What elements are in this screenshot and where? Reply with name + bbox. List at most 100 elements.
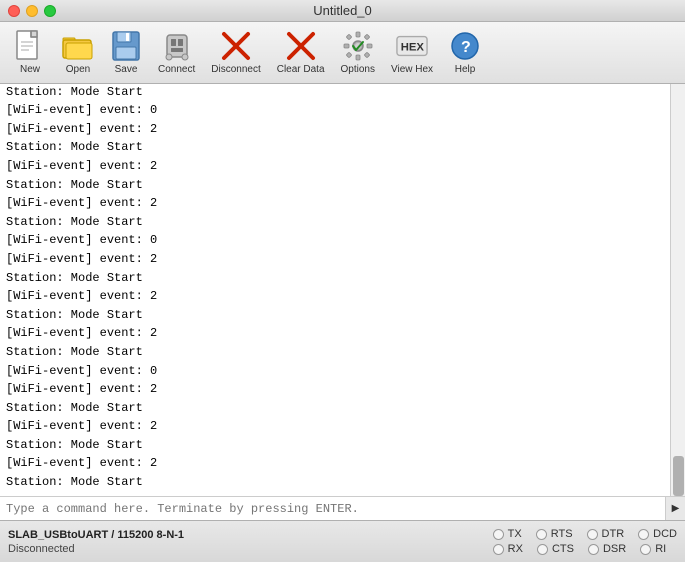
terminal-line: Station: Mode Start	[6, 84, 664, 101]
open-button[interactable]: Open	[56, 26, 100, 80]
connect-label: Connect	[158, 64, 195, 75]
dtr-indicator: DTR	[587, 528, 625, 540]
terminal-line: Station: Mode Start	[6, 269, 664, 288]
clear-data-label: Clear Data	[277, 64, 325, 75]
disconnect-label: Disconnect	[211, 64, 260, 75]
terminal-line: [WiFi-event] event: 2	[6, 250, 664, 269]
rx-label: RX	[508, 543, 523, 555]
dtr-light	[587, 529, 598, 540]
ri-indicator: RI	[640, 543, 666, 555]
dtr-label: DTR	[602, 528, 625, 540]
clear-x-icon	[285, 30, 317, 62]
new-icon	[14, 30, 46, 62]
terminal-line: [WiFi-event] event: 2	[6, 380, 664, 399]
dcd-label: DCD	[653, 528, 677, 540]
svg-text:?: ?	[461, 39, 471, 56]
rts-light	[536, 529, 547, 540]
options-gear-icon	[343, 31, 373, 61]
terminal-line: Station: Mode Start	[6, 138, 664, 157]
disconnect-x-icon	[220, 30, 252, 62]
close-button[interactable]	[8, 5, 20, 17]
view-hex-icon: HEX	[396, 30, 428, 62]
tx-light	[493, 529, 504, 540]
clear-data-icon	[285, 30, 317, 62]
terminal-line: [WiFi-event] event: 2	[6, 157, 664, 176]
traffic-lights	[8, 5, 56, 17]
dcd-light	[638, 529, 649, 540]
disconnect-icon	[220, 30, 252, 62]
open-label: Open	[66, 64, 90, 75]
view-hex-label: View Hex	[391, 64, 433, 75]
new-doc-icon	[16, 30, 44, 62]
view-hex-button[interactable]: HEX View Hex	[385, 26, 439, 80]
scrollbar-thumb[interactable]	[673, 456, 684, 496]
dsr-light	[588, 544, 599, 555]
tx-indicator: TX	[493, 528, 522, 540]
status-bar: SLAB_USBtoUART / 115200 8-N-1 Disconnect…	[0, 520, 685, 562]
help-button[interactable]: ? Help	[443, 26, 487, 80]
indicator-panel: TX RTS DTR DCD RX CTS	[493, 528, 677, 555]
save-button[interactable]: Save	[104, 26, 148, 80]
terminal-line: [WiFi-event] event: 2	[6, 194, 664, 213]
save-label: Save	[115, 64, 138, 75]
svg-text:HEX: HEX	[401, 42, 425, 54]
command-submit-arrow[interactable]: ▶	[665, 497, 685, 520]
connect-usb-icon	[161, 31, 193, 61]
options-button[interactable]: Options	[335, 26, 381, 80]
connect-button[interactable]: Connect	[152, 26, 201, 80]
cts-label: CTS	[552, 543, 574, 555]
terminal-area: [WiFi-event] event: 2Station: Mode Start…	[0, 84, 685, 496]
save-floppy-icon	[112, 31, 140, 61]
minimize-button[interactable]	[26, 5, 38, 17]
ri-label: RI	[655, 543, 666, 555]
help-question-icon: ?	[450, 31, 480, 61]
new-label: New	[20, 64, 40, 75]
clear-data-button[interactable]: Clear Data	[271, 26, 331, 80]
indicator-row-2: RX CTS DSR RI	[493, 543, 677, 555]
dsr-label: DSR	[603, 543, 626, 555]
open-icon	[62, 30, 94, 62]
indicator-row-1: TX RTS DTR DCD	[493, 528, 677, 540]
terminal-line: [WiFi-event] event: 2	[6, 324, 664, 343]
cts-light	[537, 544, 548, 555]
toolbar: New Open Save	[0, 22, 685, 84]
command-bar: ▶	[0, 496, 685, 520]
terminal-line: [WiFi-event] event: 2	[6, 417, 664, 436]
connection-state: Disconnected	[8, 543, 493, 555]
rx-light	[493, 544, 504, 555]
terminal-line: Station: Mode Start	[6, 213, 664, 232]
terminal-line: Station: Mode Start	[6, 306, 664, 325]
tx-label: TX	[508, 528, 522, 540]
options-icon	[342, 30, 374, 62]
rts-indicator: RTS	[536, 528, 573, 540]
disconnect-button[interactable]: Disconnect	[205, 26, 266, 80]
open-folder-icon	[62, 32, 94, 60]
terminal-line: [WiFi-event] event: 0	[6, 362, 664, 381]
new-button[interactable]: New	[8, 26, 52, 80]
rx-indicator: RX	[493, 543, 523, 555]
options-label: Options	[341, 64, 375, 75]
maximize-button[interactable]	[44, 5, 56, 17]
ri-light	[640, 544, 651, 555]
window-title: Untitled_0	[313, 3, 372, 18]
command-input[interactable]	[0, 497, 665, 520]
terminal-line: [WiFi-event] event: 0	[6, 101, 664, 120]
terminal-line: Station: Mode Start	[6, 343, 664, 362]
hex-badge-icon: HEX	[396, 35, 428, 57]
title-bar: Untitled_0	[0, 0, 685, 22]
connect-icon	[161, 30, 193, 62]
rts-label: RTS	[551, 528, 573, 540]
terminal-output: [WiFi-event] event: 2Station: Mode Start…	[0, 84, 670, 496]
terminal-line: Station: Mode Start	[6, 176, 664, 195]
help-label: Help	[455, 64, 476, 75]
terminal-line: [WiFi-event] event: 2	[6, 454, 664, 473]
dcd-indicator: DCD	[638, 528, 677, 540]
save-icon	[110, 30, 142, 62]
cts-indicator: CTS	[537, 543, 574, 555]
scrollbar-track[interactable]	[670, 84, 685, 496]
port-info: SLAB_USBtoUART / 115200 8-N-1	[8, 529, 493, 541]
terminal-line: Station: Mode Start	[6, 436, 664, 455]
dsr-indicator: DSR	[588, 543, 626, 555]
terminal-line: [WiFi-event] event: 2	[6, 287, 664, 306]
terminal-line: [WiFi-event] event: 2	[6, 120, 664, 139]
